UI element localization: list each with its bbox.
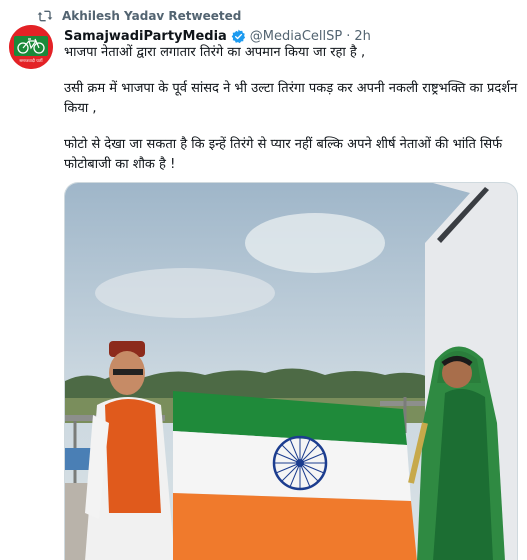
samajwadi-party-cycle-logo: समाजवादी पार्टी xyxy=(9,25,53,69)
author-handle[interactable]: @MediaCellSP xyxy=(250,29,342,44)
author-name[interactable]: SamajwadiPartyMedia xyxy=(64,29,227,44)
separator-dot: · xyxy=(346,28,351,44)
svg-text:समाजवादी पार्टी: समाजवादी पार्टी xyxy=(19,58,43,63)
verified-badge-icon xyxy=(231,29,245,43)
tweet-paragraph: फोटो से देखा जा सकता है कि इन्हें तिरंगे… xyxy=(64,137,503,172)
tweet-body: भाजपा नेताओं द्वारा लगातार तिरंगे का अपम… xyxy=(64,43,520,175)
tweet-photo[interactable] xyxy=(64,182,518,560)
tweet-timestamp[interactable]: 2h xyxy=(354,29,371,44)
tweet-paragraph: भाजपा नेताओं द्वारा लगातार तिरंगे का अपम… xyxy=(64,45,366,60)
retweet-label: Akhilesh Yadav Retweeted xyxy=(62,9,242,23)
tweet-paragraph: उसी क्रम में भाजपा के पूर्व सांसद ने भी … xyxy=(64,81,518,116)
retweet-icon xyxy=(37,10,53,22)
avatar[interactable]: समाजवादी पार्टी xyxy=(9,25,53,69)
photo-two-people-holding-tricolor-flag xyxy=(65,183,517,560)
retweet-header[interactable]: Akhilesh Yadav Retweeted xyxy=(37,7,241,25)
